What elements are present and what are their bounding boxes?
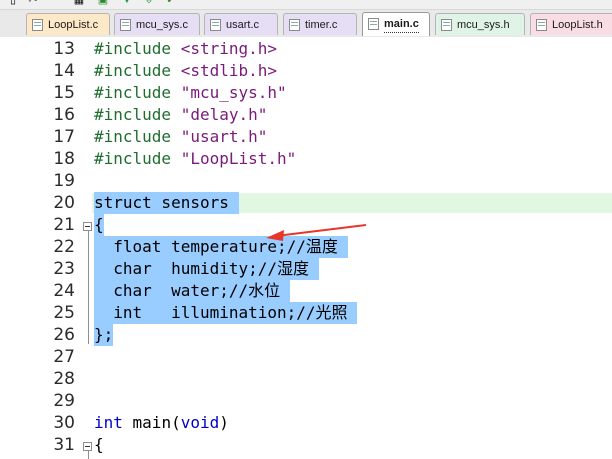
code-text[interactable]: #include <stdlib.h> (94, 60, 277, 82)
file-icon (120, 19, 131, 31)
tab-label: LoopList.h (552, 19, 603, 31)
line-number: 15 (53, 83, 75, 103)
tab-label: mcu_sys.h (457, 19, 510, 31)
code-line: 16 #include "delay.h" (0, 104, 612, 126)
code-line: 19 (0, 170, 612, 192)
tab-main-c[interactable]: main.c (362, 12, 430, 36)
code-line: 25 int illumination;//光照 (0, 302, 612, 324)
code-text[interactable]: }; (94, 324, 114, 346)
code-line: 15 #include "mcu_sys.h" (0, 82, 612, 104)
grid-icon[interactable]: ▦ (72, 0, 86, 7)
code-line: 20 struct sensors (0, 192, 612, 214)
export-icon[interactable]: ⇩ (142, 0, 156, 7)
line-number: 31 (53, 435, 75, 455)
line-number: 18 (53, 149, 75, 169)
line-number: 28 (53, 369, 75, 389)
line-number: 30 (53, 413, 75, 433)
tab-strip: LoopList.c mcu_sys.c usart.c timer.c mai… (0, 10, 612, 38)
code-text[interactable]: int illumination;//光照 (94, 302, 358, 324)
code-line: 30 int main(void) (0, 412, 612, 434)
file-icon (289, 19, 300, 31)
tab-mcu-sys-c[interactable]: mcu_sys.c (114, 13, 200, 35)
code-text-main[interactable]: int main(void) (94, 412, 229, 434)
line-number: 22 (53, 237, 75, 257)
code-text[interactable]: #include <string.h> (94, 38, 277, 60)
line-number: 13 (53, 39, 75, 59)
code-line: 29 (0, 390, 612, 412)
file-icon (32, 19, 43, 31)
code-line: 23 char humidity;//湿度 (0, 258, 612, 280)
line-number: 19 (53, 171, 75, 191)
annotation-arrow-icon (266, 224, 367, 241)
code-line: 27 (0, 346, 612, 368)
line-number: 21 (53, 215, 75, 235)
code-text[interactable]: char humidity;//湿度 (94, 258, 319, 280)
code-line: 18 #include "LoopList.h" (0, 148, 612, 170)
code-line: 28 (0, 368, 612, 390)
code-text[interactable]: { (94, 434, 104, 456)
line-number: 23 (53, 259, 75, 279)
line-number: 27 (53, 347, 75, 367)
line-number: 16 (53, 105, 75, 125)
file-icon (536, 19, 547, 31)
tab-looplist-c[interactable]: LoopList.c (26, 13, 110, 35)
line-number: 17 (53, 127, 75, 147)
scissors-icon[interactable]: ✂ (26, 0, 40, 7)
code-line: 13 #include <string.h> (0, 38, 612, 60)
file-icon (368, 18, 379, 30)
code-line: 24 char water;//水位 (0, 280, 612, 302)
code-line: 26 }; (0, 324, 612, 346)
tab-label: usart.c (226, 19, 260, 31)
line-number: 14 (53, 61, 75, 81)
line-number: 24 (53, 281, 75, 301)
line-number: 26 (53, 325, 75, 345)
code-text[interactable]: { (94, 214, 104, 236)
line-number: 29 (53, 391, 75, 411)
tab-mcu-sys-h[interactable]: mcu_sys.h (435, 13, 525, 35)
tab-usart-c[interactable]: usart.c (204, 13, 278, 35)
tab-label: mcu_sys.c (136, 19, 188, 31)
code-text[interactable]: #include "mcu_sys.h" (94, 82, 287, 104)
code-text[interactable]: char water;//水位 (94, 280, 290, 302)
code-text[interactable]: #include "usart.h" (94, 126, 267, 148)
tab-label: timer.c (305, 19, 338, 31)
document-icon[interactable]: ▯ (6, 0, 20, 7)
file-icon (210, 19, 221, 31)
download-icon[interactable]: ▼ (120, 0, 134, 7)
code-line: 31 { (0, 434, 612, 456)
file-icon (441, 19, 452, 31)
tab-timer-c[interactable]: timer.c (283, 13, 357, 35)
code-editor[interactable]: 13 #include <string.h> 14 #include <stdl… (0, 37, 612, 459)
tab-looplist-h[interactable]: LoopList.h (530, 13, 612, 35)
toolbar: ▯ ✂ ▦ ▣ ▼ ⇩ ✔ (0, 0, 612, 10)
line-number: 25 (53, 303, 75, 323)
code-text[interactable]: #include "delay.h" (94, 104, 267, 126)
code-text[interactable]: #include "LoopList.h" (94, 148, 296, 170)
check-icon[interactable]: ✔ (164, 0, 178, 7)
code-line: 17 #include "usart.h" (0, 126, 612, 148)
tab-label: LoopList.c (48, 19, 99, 31)
code-line: 14 #include <stdlib.h> (0, 60, 612, 82)
tab-label: main.c (384, 16, 419, 33)
code-text[interactable]: struct sensors (94, 192, 239, 214)
save-icon[interactable]: ▣ (96, 0, 110, 7)
line-number: 20 (53, 193, 75, 213)
